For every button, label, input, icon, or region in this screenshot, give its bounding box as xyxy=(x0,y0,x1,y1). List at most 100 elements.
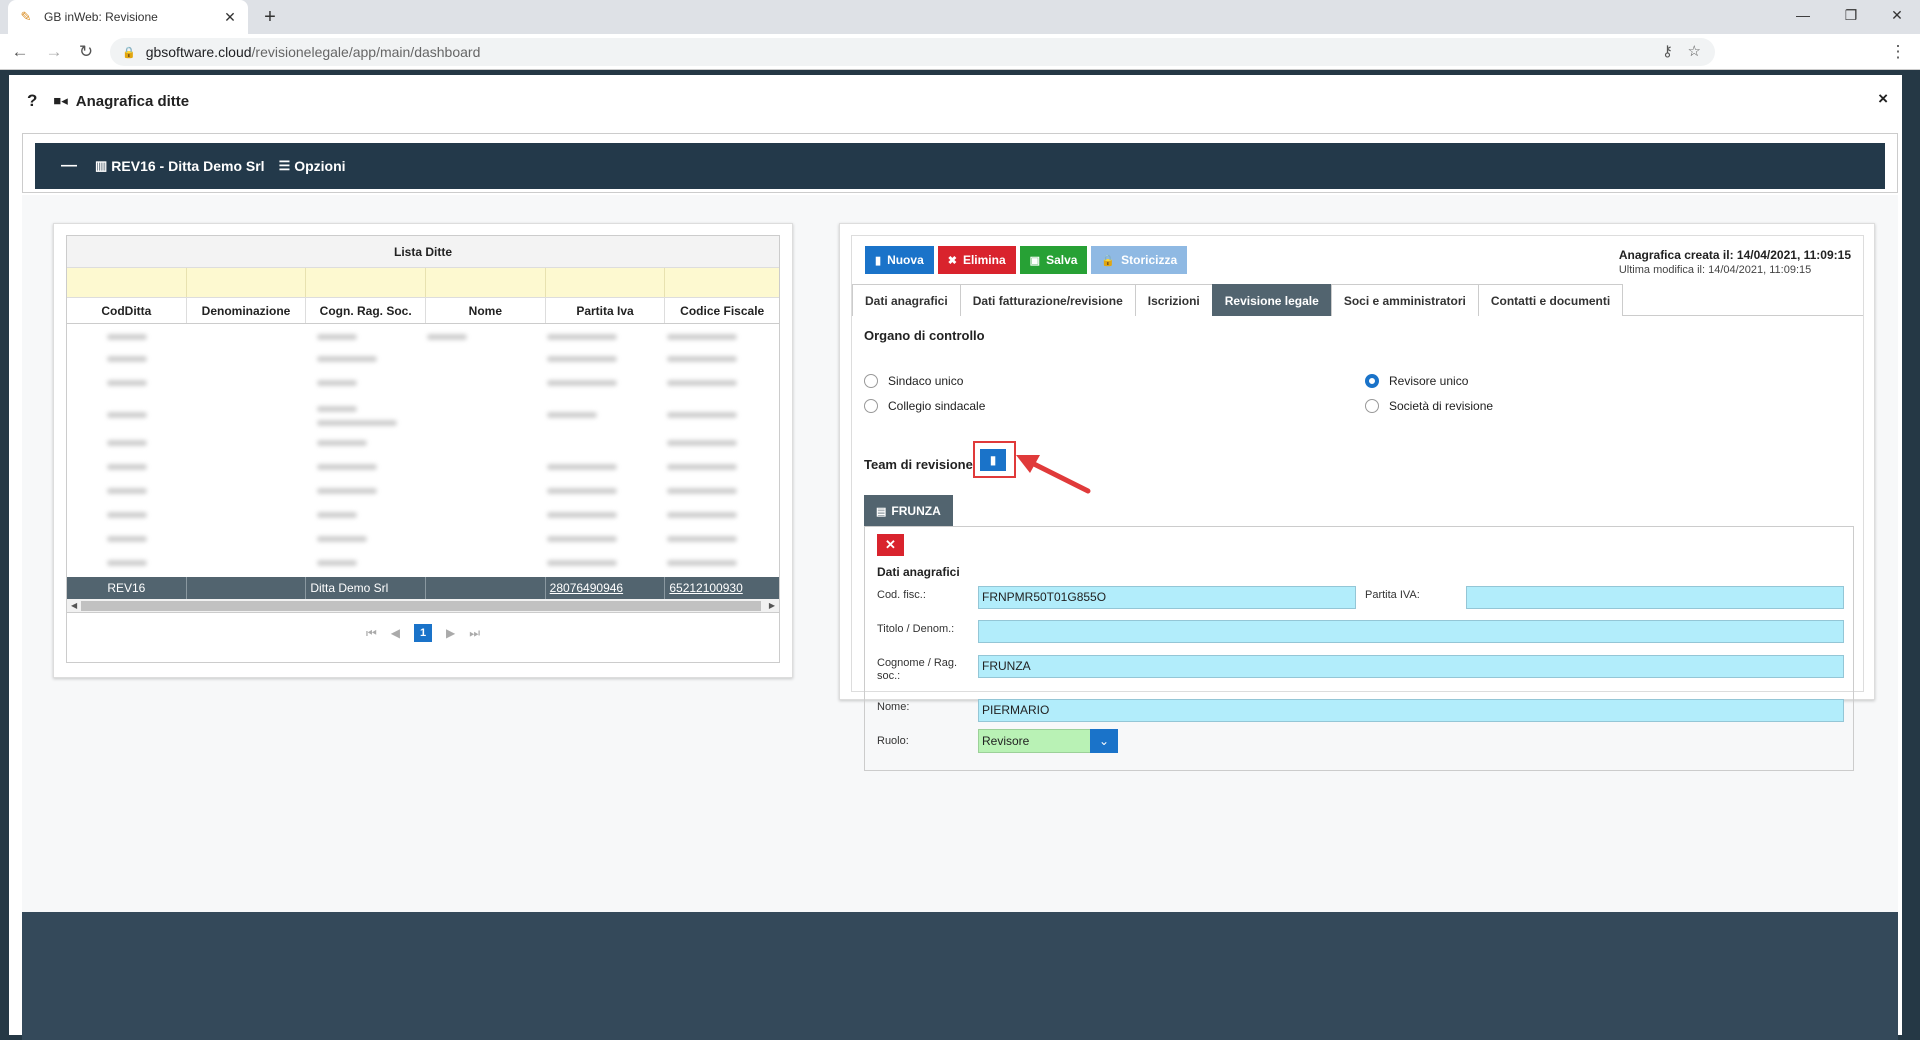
new-button[interactable]: ▮ Nuova xyxy=(865,246,934,274)
url-host: gbsoftware.cloud xyxy=(145,44,252,60)
column-header[interactable]: Partita Iva xyxy=(546,298,666,323)
delete-member-button[interactable]: ✕ xyxy=(877,534,904,556)
minimize-icon[interactable]: — xyxy=(1780,0,1826,30)
first-page-icon[interactable]: ⏮ xyxy=(366,626,377,641)
tab-revisione-legale[interactable]: Revisione legale xyxy=(1211,284,1332,316)
help-icon[interactable]: ? xyxy=(27,91,37,111)
blurred-row xyxy=(107,512,147,518)
x-icon: ✖ xyxy=(947,254,957,267)
cognome-field[interactable]: FRUNZA xyxy=(978,655,1844,678)
address-bar[interactable]: 🔒 gbsoftware.cloud/revisionelegale/app/m… xyxy=(110,38,1715,66)
radio-sindaco-unico[interactable]: Sindaco unico xyxy=(864,374,963,388)
radio-circle[interactable] xyxy=(1365,399,1379,413)
blurred-row xyxy=(317,512,357,518)
chevron-down-icon[interactable]: ⌄ xyxy=(1090,729,1118,753)
blurred-row xyxy=(107,380,147,386)
favicon-icon: ✎ xyxy=(20,9,32,24)
column-header[interactable]: CodDitta xyxy=(67,298,187,323)
scroll-right-icon[interactable]: ▶ xyxy=(769,599,775,613)
cell-codditta: REV16 xyxy=(67,577,187,599)
video-icon[interactable]: ■◂ xyxy=(53,93,67,109)
star-icon[interactable]: ☆ xyxy=(1688,42,1701,60)
blurred-row xyxy=(317,560,357,566)
filter-row xyxy=(67,268,779,298)
radio-label: Revisore unico xyxy=(1389,374,1469,388)
radio-collegio-sindacale[interactable]: Collegio sindacale xyxy=(864,399,985,413)
blurred-row xyxy=(317,334,357,340)
blurred-rows xyxy=(67,324,779,577)
blurred-row xyxy=(667,356,737,362)
tab-dati-fatturazione[interactable]: Dati fatturazione/revisione xyxy=(959,284,1136,316)
titolo-field[interactable] xyxy=(978,620,1844,643)
column-header[interactable]: Nome xyxy=(426,298,546,323)
scrollbar-thumb[interactable] xyxy=(81,601,761,611)
column-header[interactable]: Codice Fiscale xyxy=(665,298,779,323)
anagrafica-modal: ? ■◂ Anagrafica ditte × — ▥ REV16 - Ditta… xyxy=(9,75,1902,1040)
horizontal-scrollbar[interactable]: ◀ ▶ xyxy=(67,599,779,613)
options-label: Opzioni xyxy=(294,158,346,174)
member-tab-frunza[interactable]: ▤ FRUNZA xyxy=(864,495,953,527)
radio-revisore-unico[interactable]: Revisore unico xyxy=(1365,374,1468,388)
forward-icon[interactable]: → xyxy=(42,40,66,64)
last-page-icon[interactable]: ⏭ xyxy=(469,626,480,641)
blurred-row xyxy=(107,334,147,340)
close-tab-icon[interactable]: ✕ xyxy=(222,9,238,25)
next-page-icon[interactable]: ▶ xyxy=(446,626,455,640)
nome-field[interactable]: PIERMARIO xyxy=(978,699,1844,722)
delete-button[interactable]: ✖ Elimina xyxy=(937,246,1016,274)
page-number[interactable]: 1 xyxy=(414,624,432,642)
restore-icon[interactable]: ❐ xyxy=(1828,0,1874,30)
key-icon[interactable]: ⚷ xyxy=(1662,42,1673,60)
team-title: Team di revisione xyxy=(864,457,973,472)
lock-icon: 🔒 xyxy=(122,46,136,59)
new-tab-icon[interactable]: + xyxy=(258,6,282,30)
column-header[interactable]: Cogn. Rag. Soc. xyxy=(306,298,427,323)
tab-contatti-documenti[interactable]: Contatti e documenti xyxy=(1477,284,1624,316)
cod-fisc-field[interactable]: FRNPMR50T01G855O xyxy=(978,586,1356,609)
tab-soci-amministratori[interactable]: Soci e amministratori xyxy=(1330,284,1479,316)
options-button[interactable]: ☰ Opzioni xyxy=(279,158,346,174)
filter-cell[interactable] xyxy=(546,268,666,297)
cell-denominazione xyxy=(187,577,307,599)
tab-iscrizioni[interactable]: Iscrizioni xyxy=(1134,284,1213,316)
scroll-left-icon[interactable]: ◀ xyxy=(71,599,77,613)
cell-partita-iva-link[interactable]: 28076490946 xyxy=(546,577,666,599)
filter-cell[interactable] xyxy=(306,268,427,297)
blurred-row xyxy=(547,536,617,542)
ruolo-select[interactable]: Revisore ⌄ xyxy=(978,729,1118,753)
radio-circle[interactable] xyxy=(864,399,878,413)
filter-cell[interactable] xyxy=(67,268,187,297)
back-icon[interactable]: ← xyxy=(8,40,32,64)
filter-cell[interactable] xyxy=(665,268,779,297)
footer-area xyxy=(22,912,1898,1040)
browser-tab[interactable]: ✎ GB inWeb: Revisione ✕ xyxy=(8,0,248,34)
blurred-row xyxy=(427,334,467,340)
radio-societa-revisione[interactable]: Società di revisione xyxy=(1365,399,1493,413)
tab-dati-anagrafici[interactable]: Dati anagrafici xyxy=(852,284,961,316)
modal-title: Anagrafica ditte xyxy=(75,92,190,110)
piva-field[interactable] xyxy=(1466,586,1844,609)
history-button[interactable]: 🔒 Storicizza xyxy=(1091,246,1188,274)
building-icon: ▥ xyxy=(95,158,108,173)
blurred-row xyxy=(667,334,737,340)
selected-table-row[interactable]: REV16 Ditta Demo Srl 28076490946 6521210… xyxy=(67,577,779,599)
close-icon[interactable]: × xyxy=(1878,89,1888,109)
column-header[interactable]: Denominazione xyxy=(187,298,307,323)
close-window-icon[interactable]: ✕ xyxy=(1874,0,1920,30)
menu-icon[interactable]: ⋮ xyxy=(1886,40,1910,64)
filter-cell[interactable] xyxy=(187,268,307,297)
filter-cell[interactable] xyxy=(426,268,546,297)
titolo-label: Titolo / Denom.: xyxy=(877,623,955,635)
company-detail-panel: ▮ Nuova ✖ Elimina ▣ Salva 🔒 Storicizza Anagr… xyxy=(839,223,1875,771)
radio-circle[interactable] xyxy=(864,374,878,388)
cell-codice-fiscale-link[interactable]: 65212100930 xyxy=(665,577,779,599)
cod-fisc-label: Cod. fisc.: xyxy=(877,589,926,601)
record-meta: Anagrafica creata il: 14/04/2021, 11:09:… xyxy=(1619,248,1851,276)
reload-icon[interactable]: ↻ xyxy=(74,40,98,64)
save-button[interactable]: ▣ Salva xyxy=(1019,246,1088,274)
company-grid: Lista Ditte CodDitta Denominazione Cogn.… xyxy=(66,235,780,663)
collapse-icon[interactable]: — xyxy=(61,157,77,175)
radio-circle-selected[interactable] xyxy=(1365,374,1379,388)
tab-title: GB inWeb: Revisione xyxy=(44,10,158,24)
prev-page-icon[interactable]: ◀ xyxy=(391,626,400,640)
